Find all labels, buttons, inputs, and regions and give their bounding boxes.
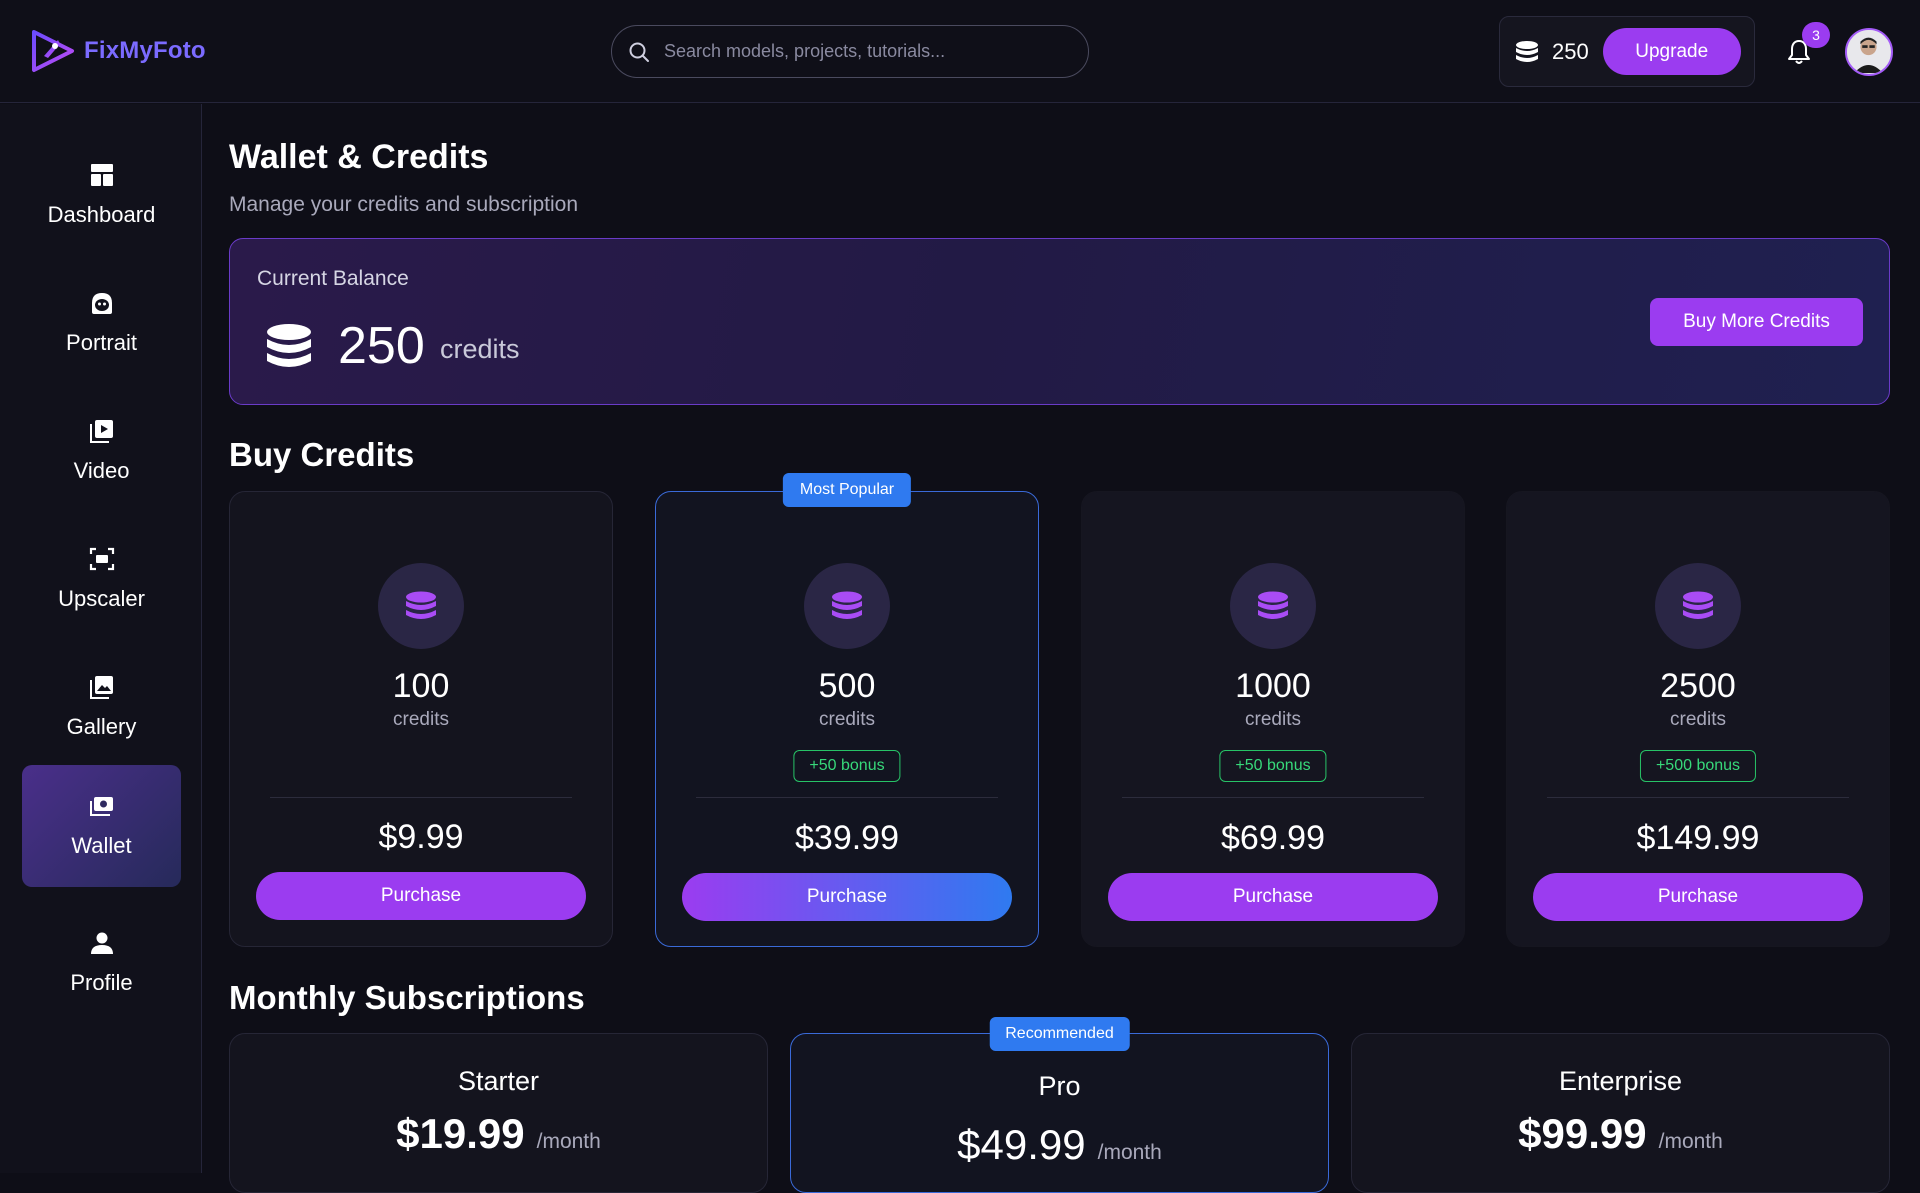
pack-icon-circle <box>1655 563 1741 649</box>
subscription-card-enterprise[interactable]: Enterprise $99.99 /month <box>1351 1033 1890 1193</box>
profile-icon <box>90 932 113 954</box>
purchase-button[interactable]: Purchase <box>1108 873 1438 921</box>
notification-count-badge: 3 <box>1802 22 1830 48</box>
sidebar-item-upscaler[interactable]: Upscaler <box>22 518 181 640</box>
credit-pack-card: 2500 credits +500 bonus $149.99 Purchase <box>1506 491 1890 947</box>
credit-pack-card-popular: Most Popular 500 credits +50 bonus $39.9… <box>655 473 1039 947</box>
sidebar-item-video[interactable]: Video <box>22 390 181 512</box>
buy-more-credits-button[interactable]: Buy More Credits <box>1650 298 1863 346</box>
buy-credits-title: Buy Credits <box>229 436 415 473</box>
pack-icon-circle <box>378 563 464 649</box>
sidebar-item-label: Dashboard <box>47 202 156 227</box>
upscaler-icon <box>89 547 114 571</box>
sidebar-item-label: Wallet <box>71 833 132 858</box>
divider <box>696 797 998 798</box>
coins-icon <box>1258 591 1288 619</box>
search-bar[interactable] <box>611 25 1089 78</box>
credit-pack-card: 1000 credits +50 bonus $69.99 Purchase <box>1081 491 1465 947</box>
pack-credit-unit: credits <box>393 709 449 730</box>
sidebar-item-label: Video <box>73 458 130 483</box>
coins-icon <box>832 591 862 619</box>
balance-label: Current Balance <box>257 267 409 290</box>
coins-icon <box>1516 40 1538 62</box>
pack-credit-unit: credits <box>1670 709 1726 730</box>
bonus-badge: +50 bonus <box>1219 750 1327 782</box>
sidebar-item-wallet[interactable]: Wallet <box>22 765 181 887</box>
recommended-ribbon: Recommended <box>989 1017 1130 1051</box>
plan-period: /month <box>1658 1130 1723 1153</box>
plan-period: /month <box>1097 1141 1162 1164</box>
app-name: FixMyFoto <box>84 37 206 64</box>
plan-price: $19.99 <box>396 1110 525 1157</box>
sidebar-item-label: Upscaler <box>58 586 145 611</box>
gallery-icon <box>89 676 113 699</box>
header-credit-balance: 250 Upgrade <box>1499 16 1755 87</box>
pack-icon-circle <box>804 563 890 649</box>
sidebar-item-dashboard[interactable]: Dashboard <box>22 134 181 256</box>
portrait-icon <box>91 293 112 314</box>
pack-price: $69.99 <box>1221 819 1325 857</box>
plan-name: Enterprise <box>1558 1066 1683 1096</box>
balance-unit: credits <box>440 334 520 364</box>
plan-price-row: $19.99 /month <box>230 1110 767 1158</box>
pack-credit-amount: 1000 <box>1235 667 1311 705</box>
page-title: Wallet & Credits <box>229 138 489 176</box>
monthly-subscriptions-title: Monthly Subscriptions <box>229 979 585 1016</box>
sidebar-item-label: Profile <box>70 970 133 995</box>
video-icon <box>89 420 113 443</box>
sidebar-item-label: Portrait <box>66 330 137 355</box>
page-subtitle: Manage your credits and subscription <box>229 193 579 216</box>
coins-icon <box>1683 591 1713 619</box>
most-popular-ribbon: Most Popular <box>782 473 912 507</box>
dashboard-icon <box>90 164 113 186</box>
divider <box>270 797 572 798</box>
coins-icon <box>267 324 311 367</box>
search-input[interactable] <box>664 41 1064 62</box>
purchase-button[interactable]: Purchase <box>682 873 1012 921</box>
subscription-card-starter[interactable]: Starter $19.99 /month <box>229 1033 768 1193</box>
avatar-icon <box>1847 30 1890 73</box>
header-credit-amount: 250 <box>1552 38 1589 64</box>
pack-price: $39.99 <box>795 819 899 857</box>
plan-name: Starter <box>457 1066 540 1096</box>
sidebar-item-gallery[interactable]: Gallery <box>22 646 181 768</box>
purchase-button[interactable]: Purchase <box>256 872 586 920</box>
coins-icon <box>406 591 436 619</box>
sidebar: Dashboard Portrait Video Upscaler Galler… <box>0 104 202 1173</box>
sidebar-item-profile[interactable]: Profile <box>22 902 181 1024</box>
purchase-button[interactable]: Purchase <box>1533 873 1863 921</box>
pack-credit-amount: 500 <box>818 667 876 705</box>
divider <box>1547 797 1849 798</box>
wallet-icon <box>89 797 113 816</box>
sidebar-item-portrait[interactable]: Portrait <box>22 262 181 384</box>
sidebar-item-label: Gallery <box>66 714 137 739</box>
plan-price: $49.99 <box>957 1121 1086 1168</box>
credit-pack-card: 100 credits $9.99 Purchase <box>229 491 613 947</box>
search-icon <box>629 42 649 62</box>
pack-icon-circle <box>1230 563 1316 649</box>
pack-credit-unit: credits <box>1245 709 1301 730</box>
upgrade-button[interactable]: Upgrade <box>1602 28 1741 75</box>
subscription-card-pro[interactable]: Recommended Pro $49.99 /month <box>790 1017 1329 1193</box>
logo-icon <box>32 30 74 72</box>
plan-price-row: $99.99 /month <box>1352 1110 1889 1158</box>
pack-price: $9.99 <box>378 818 464 856</box>
bonus-badge: +50 bonus <box>793 750 901 782</box>
pack-price: $149.99 <box>1636 819 1760 857</box>
app-logo[interactable]: FixMyFoto <box>28 26 206 76</box>
top-header: FixMyFoto 250 Upgrade 3 <box>0 0 1920 103</box>
plan-name: Pro <box>1038 1071 1081 1101</box>
plan-price-row: $49.99 /month <box>791 1121 1328 1169</box>
current-balance-card: Current Balance 250 credits Buy More Cre… <box>229 238 1890 405</box>
plan-period: /month <box>536 1130 601 1153</box>
pack-credit-amount: 2500 <box>1660 667 1736 705</box>
balance-amount: 250 <box>338 317 425 375</box>
pack-credit-unit: credits <box>819 709 875 730</box>
user-avatar[interactable] <box>1845 28 1893 76</box>
plan-price: $99.99 <box>1518 1110 1647 1157</box>
divider <box>1122 797 1424 798</box>
pack-credit-amount: 100 <box>392 667 450 705</box>
bonus-badge: +500 bonus <box>1639 750 1757 782</box>
